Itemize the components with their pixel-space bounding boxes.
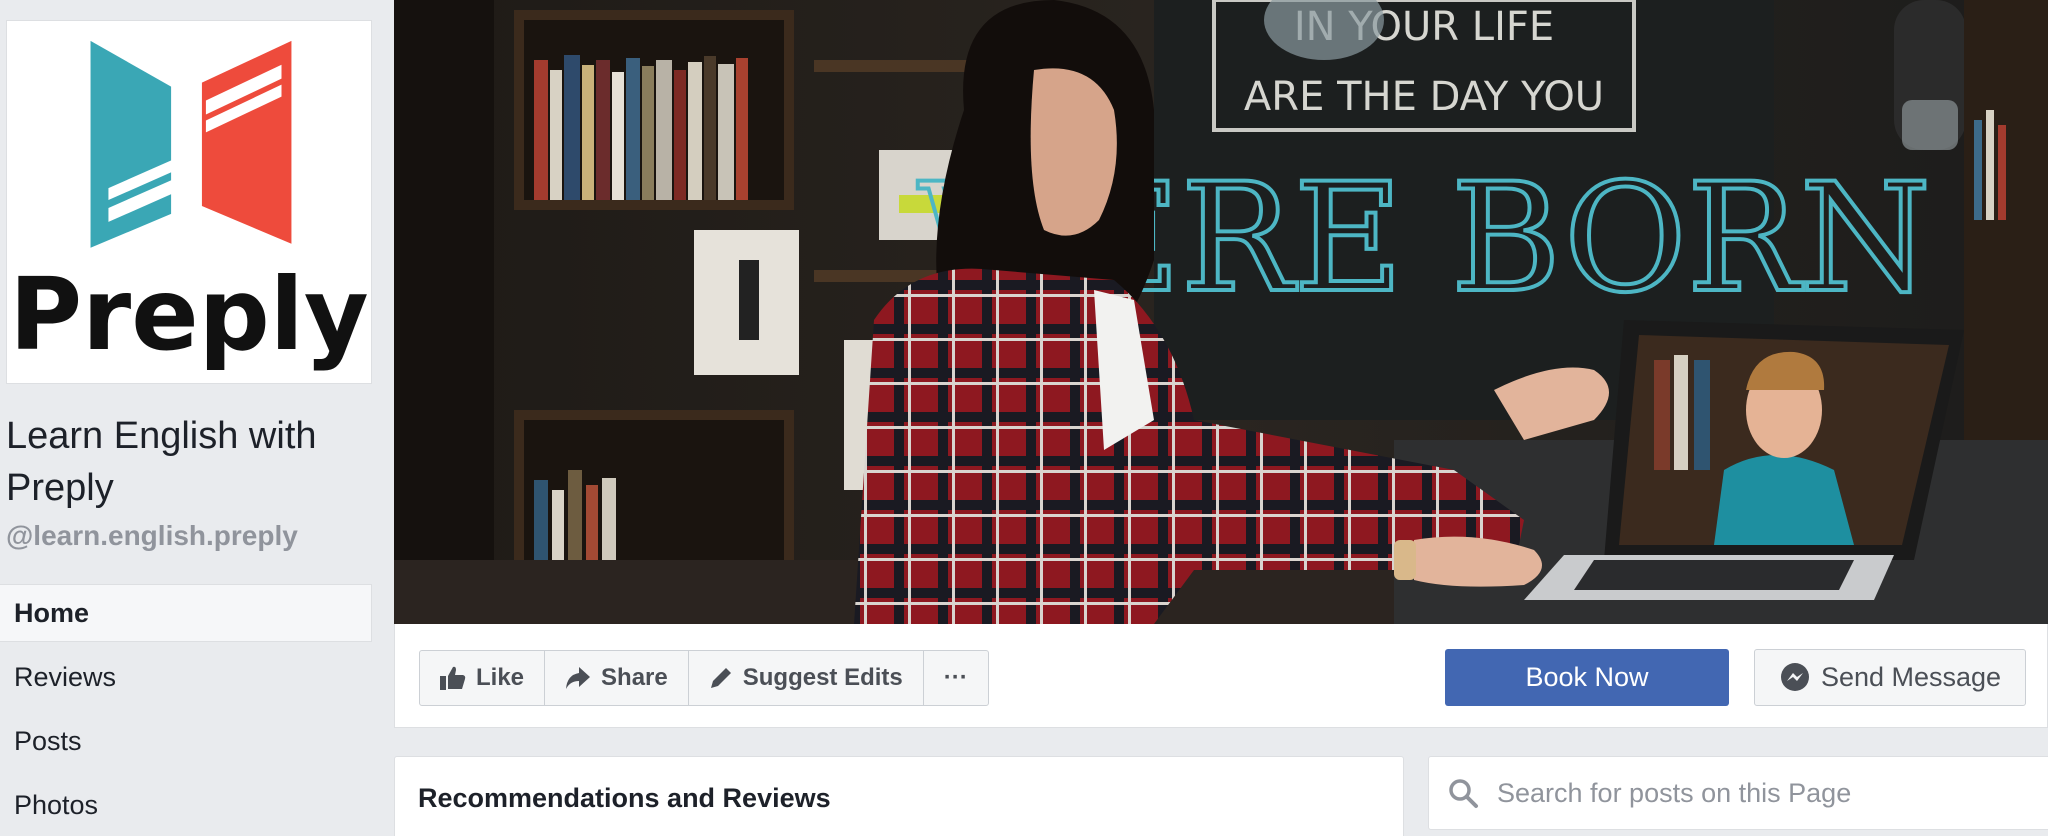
like-button[interactable]: Like [420,651,546,705]
chalk-line-2: ARE THE DAY YOU [1244,74,1604,120]
nav-item-home[interactable]: Home [0,584,372,642]
like-label: Like [476,664,525,691]
search-icon [1447,777,1479,809]
cover-illustration: IN YOUR LIFE ARE THE DAY YOU WERE BORN [394,0,2048,624]
share-label: Share [601,664,668,691]
more-button[interactable]: ··· [924,651,988,705]
book-now-button[interactable]: Book Now [1445,649,1729,706]
pencil-icon [709,666,733,690]
recommendations-card: Recommendations and Reviews [394,756,1404,836]
cover-photo[interactable]: IN YOUR LIFE ARE THE DAY YOU WERE BORN [394,0,2048,624]
nav-item-photos[interactable]: Photos [0,776,372,834]
messenger-icon [1779,662,1811,694]
suggest-edits-label: Suggest Edits [742,664,903,691]
page-search-input[interactable] [1497,777,2048,809]
page-title[interactable]: Learn English with Preply [6,410,366,514]
share-button[interactable]: Share [545,651,689,705]
logo-wordmark: Preply [9,258,368,373]
nav-item-reviews[interactable]: Reviews [0,648,372,706]
page-search-box[interactable] [1428,756,2048,830]
nav-item-posts[interactable]: Posts [0,712,372,770]
more-icon: ··· [943,664,968,691]
page-nav: Home Reviews Posts Photos [0,584,372,836]
page-handle[interactable]: @learn.english.preply [6,520,298,552]
send-message-label: Send Message [1820,662,2002,692]
page-button-group: Like Share Suggest Edits ··· [419,650,989,706]
page-action-bar: Like Share Suggest Edits ··· Book Now Se… [394,624,2048,728]
thumbs-up-icon [440,666,466,690]
share-arrow-icon [565,666,591,690]
send-message-button[interactable]: Send Message [1754,649,2026,706]
preply-logo: Preply [9,40,369,373]
page-profile-logo[interactable]: Preply [6,20,372,384]
suggest-edits-button[interactable]: Suggest Edits [689,651,924,705]
recommendations-title: Recommendations and Reviews [418,783,831,813]
